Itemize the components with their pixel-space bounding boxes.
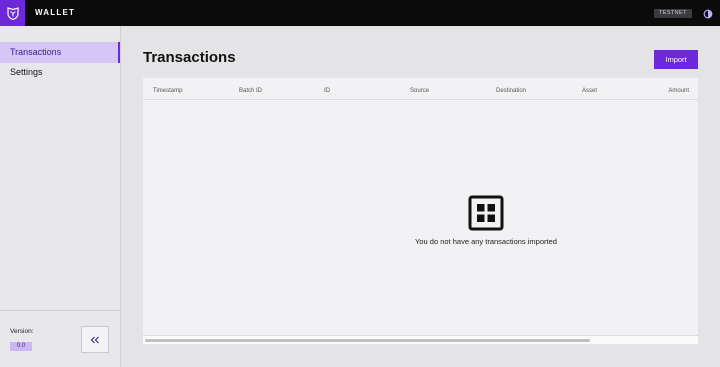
horizontal-scrollbar[interactable] xyxy=(143,335,698,344)
network-badge: TESTNET xyxy=(654,9,692,18)
theme-toggle-icon[interactable] xyxy=(702,8,713,19)
scrollbar-thumb[interactable] xyxy=(145,339,590,342)
sidebar-divider xyxy=(0,310,120,311)
column-header-amount[interactable]: Amount xyxy=(668,88,689,94)
page-title: Transactions xyxy=(143,49,236,66)
column-header-source[interactable]: Source xyxy=(410,88,429,94)
column-header-destination[interactable]: Destination xyxy=(496,88,526,94)
column-header-asset[interactable]: Asset xyxy=(582,88,597,94)
version-badge: 0.0 xyxy=(10,342,32,351)
import-button[interactable]: Import xyxy=(654,50,698,69)
table-header: Timestamp Batch ID ID Source Destination… xyxy=(143,78,698,100)
transactions-table: Timestamp Batch ID ID Source Destination… xyxy=(143,78,698,344)
collapse-sidebar-button[interactable] xyxy=(81,326,109,353)
app-title: WALLET xyxy=(35,8,76,17)
version-label: Version: xyxy=(10,328,34,335)
column-header-batch-id[interactable]: Batch ID xyxy=(239,88,262,94)
empty-state-message: You do not have any transactions importe… xyxy=(415,237,557,246)
sidebar: Transactions Settings Version: 0.0 xyxy=(0,26,121,367)
column-header-timestamp[interactable]: Timestamp xyxy=(153,88,182,94)
top-bar: WALLET TESTNET xyxy=(0,0,720,26)
sidebar-item-transactions[interactable]: Transactions xyxy=(0,42,120,63)
double-chevron-left-icon xyxy=(90,336,99,343)
column-header-id[interactable]: ID xyxy=(324,88,330,94)
sidebar-item-settings[interactable]: Settings xyxy=(0,62,120,83)
grid-icon xyxy=(468,195,504,231)
shield-logo-icon[interactable] xyxy=(0,0,25,26)
